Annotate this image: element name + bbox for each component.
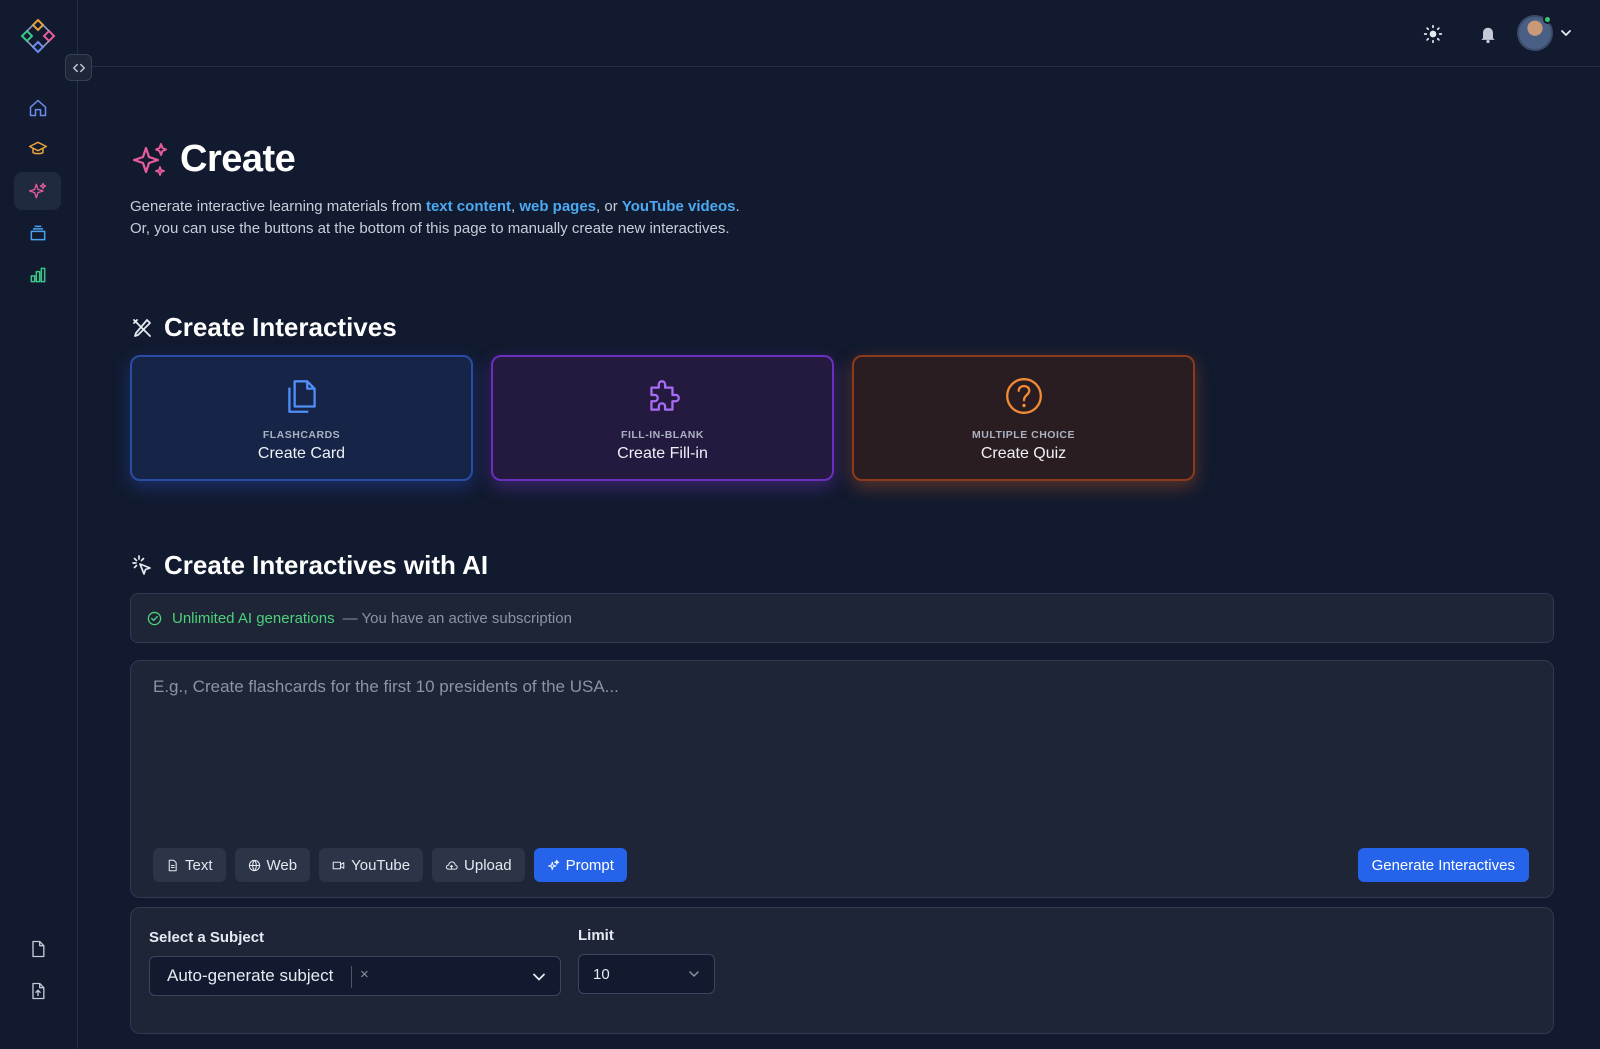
generate-interactives-button[interactable]: Generate Interactives (1357, 848, 1529, 882)
mode-tab-label: Text (185, 856, 213, 874)
online-status-indicator (1543, 15, 1552, 24)
prompt-panel: Text Web YouTube Upload Prompt Generate … (130, 660, 1554, 898)
chevron-down-icon[interactable] (1560, 27, 1572, 39)
ai-section-header: Create Interactives with AI (130, 550, 488, 581)
text-content-link[interactable]: text content (426, 198, 511, 215)
bell-icon (1481, 27, 1495, 44)
web-pages-link[interactable]: web pages (519, 198, 596, 215)
create-fill-in-button[interactable]: FILL-IN-BLANK Create Fill-in (491, 355, 834, 481)
create-section-title: Create Interactives (164, 312, 397, 342)
chevron-down-icon (533, 973, 545, 981)
mode-tab-prompt[interactable]: Prompt (533, 848, 627, 882)
mode-tab-youtube[interactable]: YouTube (319, 848, 424, 882)
mode-tab-web[interactable]: Web (234, 848, 311, 882)
create-cards: FLASHCARDS Create Card FILL-IN-BLANK Cre… (130, 355, 1195, 481)
create-quiz-button[interactable]: MULTIPLE CHOICE Create Quiz (852, 355, 1195, 481)
status-text: — You have an active subscription (342, 609, 572, 627)
cursor-click-icon (132, 554, 151, 575)
create-card-button[interactable]: FLASHCARDS Create Card (130, 355, 473, 481)
puzzle-icon (649, 380, 680, 411)
cloud-upload-icon (445, 860, 458, 870)
chevron-down-icon (689, 971, 699, 978)
intro-text: Generate interactive learning materials … (130, 198, 426, 215)
sidebar-item-stats[interactable] (14, 256, 61, 294)
sidebar-collapse-button[interactable] (65, 54, 92, 81)
limit-value: 10 (593, 965, 610, 983)
bar-chart-icon (30, 267, 45, 283)
subject-clear-button[interactable]: × (360, 966, 369, 983)
status-highlight: Unlimited AI generations (172, 609, 335, 627)
question-circle-icon (1005, 378, 1042, 414)
mode-tab-label: Web (266, 856, 298, 874)
copy-icon (287, 380, 316, 413)
mode-tab-label: Upload (464, 856, 512, 874)
card-label: Create Card (257, 445, 346, 462)
video-icon (332, 861, 345, 869)
subject-label: Select a Subject (149, 929, 265, 946)
intro-text: , or (596, 198, 622, 215)
mode-tab-text[interactable]: Text (153, 848, 226, 882)
youtube-videos-link[interactable]: YouTube videos (622, 198, 736, 215)
prompt-input[interactable] (153, 677, 1533, 827)
card-label: Create Fill-in (617, 445, 708, 462)
limit-label: Limit (578, 927, 614, 944)
sun-icon (1423, 24, 1443, 44)
top-bar (78, 0, 1600, 67)
page-intro: Generate interactive learning materials … (130, 196, 750, 239)
sidebar-item-home[interactable] (14, 89, 61, 127)
sidebar (0, 0, 78, 1049)
check-circle-icon (147, 611, 162, 625)
notifications-button[interactable] (1476, 22, 1500, 46)
app-logo[interactable] (20, 18, 56, 54)
sidebar-item-learn[interactable] (14, 130, 61, 168)
sparkles-icon (547, 859, 559, 870)
file-text-icon (168, 859, 177, 871)
sparkles-icon (132, 142, 167, 176)
graduation-cap-icon (28, 141, 47, 155)
sidebar-item-library[interactable] (14, 214, 61, 252)
limit-select[interactable]: 10 (578, 954, 715, 994)
file-icon (31, 940, 44, 958)
file-upload-icon (31, 982, 44, 1000)
home-icon (29, 99, 46, 117)
generation-options: Select a Subject Auto-generate subject ×… (130, 907, 1554, 1034)
page-title: Create (180, 138, 296, 180)
layers-icon (30, 225, 45, 241)
globe-icon (248, 859, 260, 871)
card-kicker: FLASHCARDS (262, 429, 341, 441)
tools-icon (133, 318, 151, 337)
subscription-status: Unlimited AI generations — You have an a… (130, 593, 1554, 643)
card-label: Create Quiz (980, 445, 1067, 462)
page-header: Create (130, 138, 296, 181)
create-section-header: Create Interactives (130, 312, 397, 343)
mode-tab-label: YouTube (351, 856, 411, 874)
card-kicker: FILL-IN-BLANK (621, 429, 704, 441)
mode-tab-upload[interactable]: Upload (432, 848, 525, 882)
mode-tab-label: Prompt (565, 856, 614, 874)
card-kicker: MULTIPLE CHOICE (972, 429, 1075, 441)
sidebar-item-export[interactable] (14, 972, 61, 1010)
source-mode-tabs: Text Web YouTube Upload Prompt (153, 848, 627, 882)
sparkles-icon (28, 182, 46, 199)
ai-section-title: Create Interactives with AI (164, 550, 489, 580)
subject-select[interactable]: Auto-generate subject × (149, 956, 561, 996)
subject-value: Auto-generate subject (167, 966, 334, 985)
theme-toggle-button[interactable] (1421, 22, 1445, 46)
select-divider (351, 966, 352, 988)
code-brackets-icon (72, 63, 85, 72)
sidebar-item-create[interactable] (14, 172, 61, 210)
sidebar-item-docs[interactable] (14, 930, 61, 968)
